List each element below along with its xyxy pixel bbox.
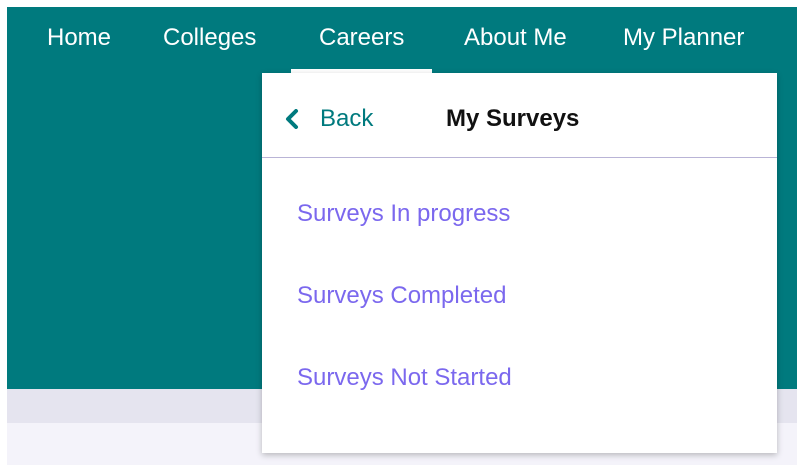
- surveys-in-progress-link[interactable]: Surveys In progress: [297, 197, 512, 279]
- chevron-left-icon: [282, 109, 302, 129]
- app-frame: Home Colleges Careers About Me My Planne…: [7, 7, 797, 465]
- nav-item-home[interactable]: Home: [47, 7, 111, 69]
- back-button[interactable]: Back: [282, 99, 373, 139]
- nav-item-about-me[interactable]: About Me: [464, 7, 567, 69]
- nav-item-colleges[interactable]: Colleges: [163, 7, 256, 69]
- surveys-not-started-link[interactable]: Surveys Not Started: [297, 361, 512, 443]
- surveys-dropdown: Back My Surveys Surveys In progress Surv…: [262, 73, 777, 453]
- nav-item-careers[interactable]: Careers: [290, 7, 433, 73]
- main-nav: Home Colleges Careers About Me My Planne…: [7, 7, 797, 73]
- dropdown-title: My Surveys: [446, 105, 580, 132]
- nav-item-my-planner[interactable]: My Planner: [623, 7, 744, 69]
- surveys-completed-link[interactable]: Surveys Completed: [297, 279, 512, 361]
- back-label: Back: [320, 105, 374, 132]
- survey-links: Surveys In progress Surveys Completed Su…: [297, 197, 512, 443]
- dropdown-header: Back My Surveys: [262, 73, 777, 158]
